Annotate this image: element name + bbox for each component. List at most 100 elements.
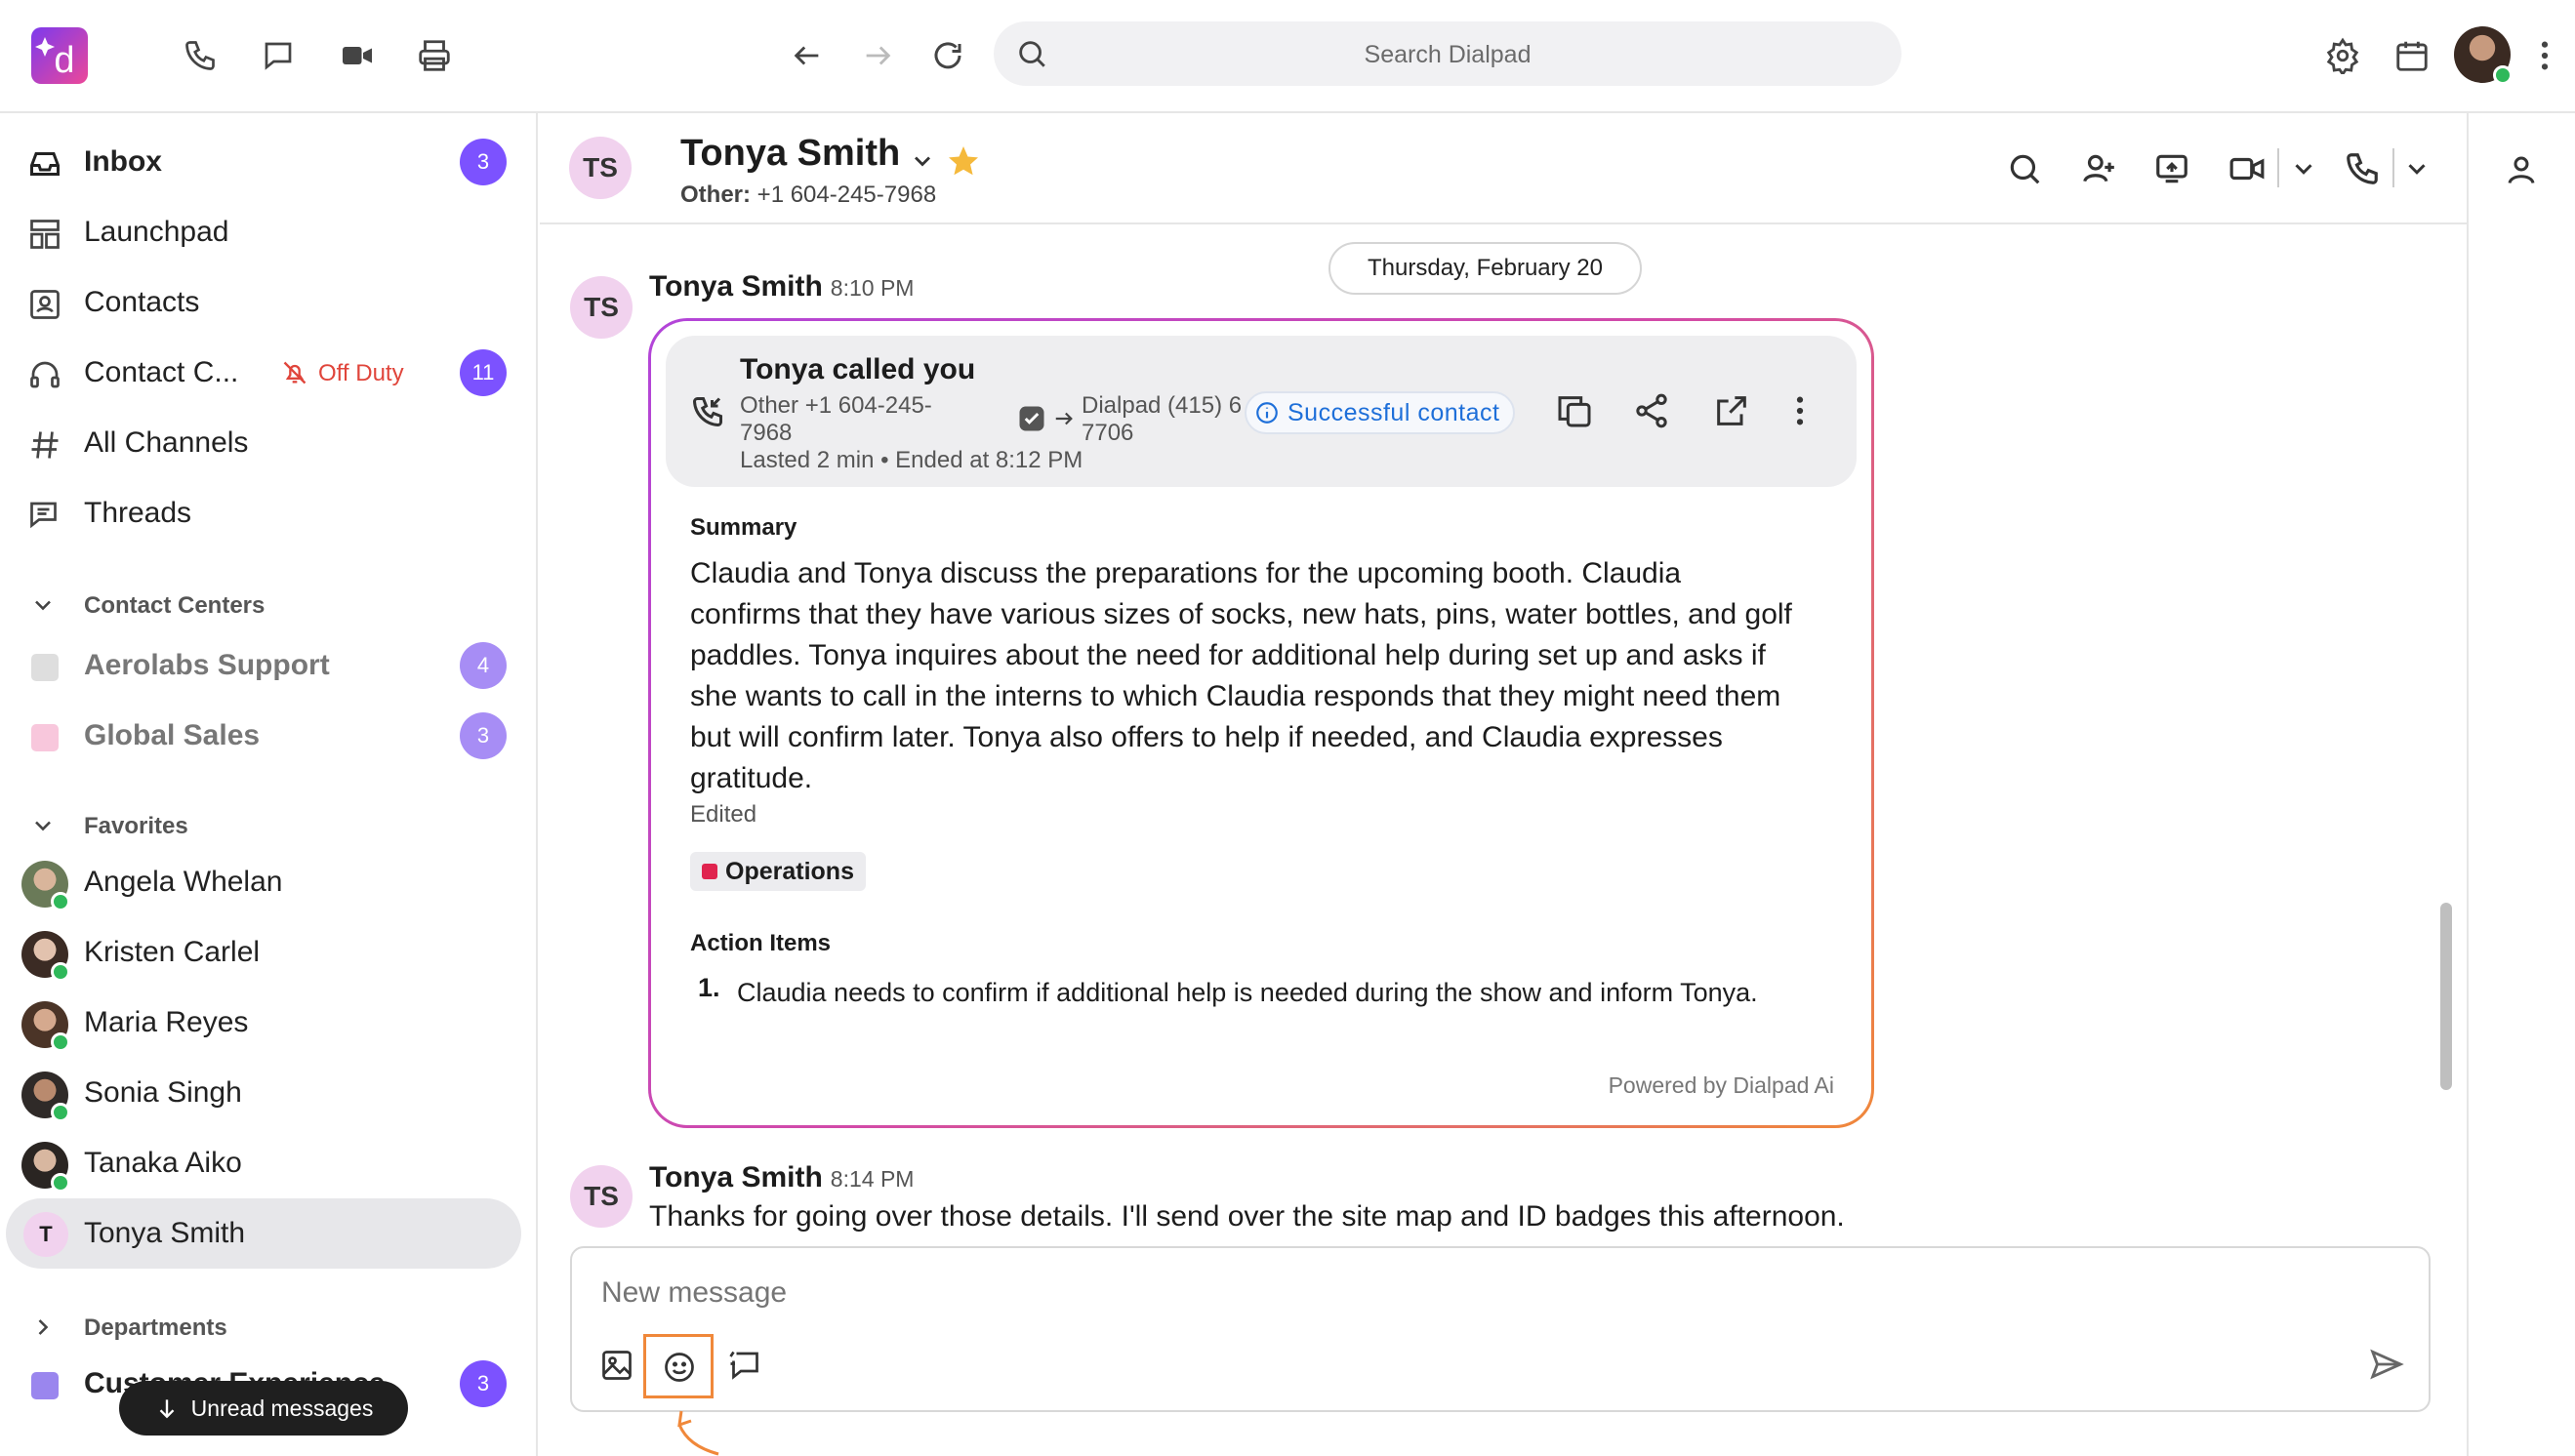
unread-badge: 3: [460, 712, 507, 759]
call-title: Tonya called you: [740, 353, 976, 385]
message-avatar[interactable]: TS: [570, 1165, 633, 1228]
forward-arrow-icon[interactable]: [851, 29, 904, 82]
tag-operations[interactable]: Operations: [690, 852, 866, 891]
quick-reply-icon[interactable]: [726, 1348, 761, 1383]
contact-name: Tonya Smith: [680, 133, 901, 174]
open-external-icon[interactable]: [1712, 391, 1751, 430]
sidebar-item-angela-whelan[interactable]: Angela Whelan: [0, 851, 536, 913]
section-header-favorites[interactable]: Favorites: [0, 806, 536, 845]
dialpad-logo-icon[interactable]: d: [31, 27, 88, 84]
video-icon[interactable]: [331, 29, 384, 82]
phone-icon[interactable]: [174, 29, 226, 82]
svg-text:d: d: [54, 40, 74, 81]
sidebar-item-contacts[interactable]: Contacts: [0, 271, 536, 334]
top-bar: d Search Dialpad: [0, 0, 2575, 113]
off-duty-status: Off Duty: [318, 360, 404, 386]
sidebar-item-label: Angela Whelan: [84, 866, 283, 898]
send-icon[interactable]: [2368, 1346, 2405, 1383]
message-avatar[interactable]: TS: [570, 276, 633, 339]
message-composer: [570, 1246, 2431, 1412]
new-message-input[interactable]: [601, 1270, 2065, 1316]
user-avatar[interactable]: [2454, 26, 2513, 85]
action-item-text: Claudia needs to confirm if additional h…: [737, 978, 1758, 1007]
sidebar-item-maria-reyes[interactable]: Maria Reyes: [0, 991, 536, 1054]
message-icon[interactable]: [252, 29, 305, 82]
unread-badge: 3: [460, 1360, 507, 1407]
summary-title: Summary: [690, 514, 797, 541]
search-conversation-icon[interactable]: [2006, 150, 2043, 187]
contact-avatar[interactable]: TS: [569, 137, 632, 199]
incoming-call-icon: [690, 394, 725, 429]
online-status-dot: [51, 962, 70, 982]
sidebar-item-label: Kristen Carlel: [84, 936, 261, 968]
sidebar-item-all-channels[interactable]: All Channels: [0, 412, 536, 474]
call-to-line2: 7706: [1082, 420, 1134, 446]
right-rail: [2467, 113, 2575, 1456]
search-bar[interactable]: Search Dialpad: [994, 21, 1901, 86]
phone-number: +1 604-245-7968: [756, 182, 937, 208]
info-icon: [1254, 400, 1280, 425]
sidebar-item-sonia-singh[interactable]: Sonia Singh: [0, 1062, 536, 1124]
call-to-line1: Dialpad (415) 6: [1082, 392, 1243, 419]
section-title: Favorites: [84, 813, 188, 839]
sidebar-item-global-sales[interactable]: Global Sales 3: [0, 705, 536, 767]
section-title: Departments: [84, 1314, 227, 1341]
contact-details-icon[interactable]: [2504, 152, 2539, 187]
sidebar-item-inbox[interactable]: Inbox 3: [0, 131, 536, 193]
message-time: 8:14 PM: [830, 1166, 915, 1192]
copy-icon[interactable]: [1555, 391, 1594, 430]
favorite-star-icon[interactable]: [946, 143, 981, 179]
sidebar-item-contact-center[interactable]: Contact C... Off Duty 11: [0, 342, 536, 404]
contacts-icon: [27, 287, 62, 322]
sidebar-item-launchpad[interactable]: Launchpad: [0, 201, 536, 263]
sidebar-item-label: Global Sales: [84, 719, 261, 751]
sidebar-item-label: Maria Reyes: [84, 1006, 249, 1038]
back-arrow-icon[interactable]: [781, 29, 834, 82]
sidebar-item-tonya-smith[interactable]: T Tonya Smith: [0, 1198, 536, 1269]
online-status-dot: [51, 892, 70, 911]
more-vertical-icon[interactable]: [2520, 29, 2569, 82]
call-info-box[interactable]: Tonya called you Other +1 604-245- 7968 …: [666, 336, 1857, 487]
unread-badge: 4: [460, 642, 507, 689]
print-icon[interactable]: [408, 29, 461, 82]
video-options-chevron-icon[interactable]: [2289, 154, 2318, 183]
image-upload-icon[interactable]: [599, 1348, 634, 1383]
unread-messages-button[interactable]: Unread messages: [119, 1381, 408, 1436]
sidebar-item-aerolabs-support[interactable]: Aerolabs Support 4: [0, 634, 536, 697]
sidebar-item-label: Contact C...: [84, 356, 239, 388]
sidebar-item-tanaka-aiko[interactable]: Tanaka Aiko: [0, 1132, 536, 1194]
video-call-icon[interactable]: [2228, 150, 2266, 187]
chevron-right-icon: [29, 1314, 57, 1341]
sidebar-item-label: Aerolabs Support: [84, 649, 330, 681]
action-items-title: Action Items: [690, 930, 832, 956]
more-vertical-icon[interactable]: [1794, 394, 1806, 427]
date-chip-label: Thursday, February 20: [1368, 255, 1603, 281]
contact-name-row[interactable]: Tonya Smith: [680, 133, 981, 179]
section-header-contact-centers[interactable]: Contact Centers: [0, 586, 536, 625]
call-icon[interactable]: [2344, 150, 2381, 187]
screen-share-icon[interactable]: [2153, 150, 2190, 187]
section-header-departments[interactable]: Departments: [0, 1308, 536, 1347]
emoji-button[interactable]: [643, 1334, 714, 1398]
sidebar-item-threads[interactable]: Threads: [0, 482, 536, 545]
online-status-dot: [51, 1032, 70, 1052]
add-person-icon[interactable]: [2080, 150, 2117, 187]
chevron-down-icon: [29, 591, 57, 619]
threads-icon: [27, 498, 62, 533]
refresh-icon[interactable]: [921, 29, 974, 82]
edited-label: Edited: [690, 801, 757, 828]
color-swatch: [31, 1372, 59, 1399]
search-placeholder: Search Dialpad: [1364, 41, 1532, 68]
chat-scrollbar[interactable]: [2440, 903, 2452, 1090]
call-summary-card: Tonya called you Other +1 604-245- 7968 …: [648, 318, 1874, 1128]
settings-icon[interactable]: [2316, 29, 2369, 82]
divider: [2277, 148, 2279, 187]
chevron-down-icon: [909, 147, 936, 175]
share-icon[interactable]: [1632, 391, 1671, 430]
message-sender: Tonya Smith 8:14 PM: [649, 1161, 914, 1194]
call-options-chevron-icon[interactable]: [2402, 154, 2432, 183]
message-time: 8:10 PM: [830, 275, 915, 301]
successful-contact-label: Successful contact: [1288, 398, 1500, 426]
sidebar-item-kristen-carlel[interactable]: Kristen Carlel: [0, 921, 536, 984]
calendar-icon[interactable]: [2386, 29, 2438, 82]
